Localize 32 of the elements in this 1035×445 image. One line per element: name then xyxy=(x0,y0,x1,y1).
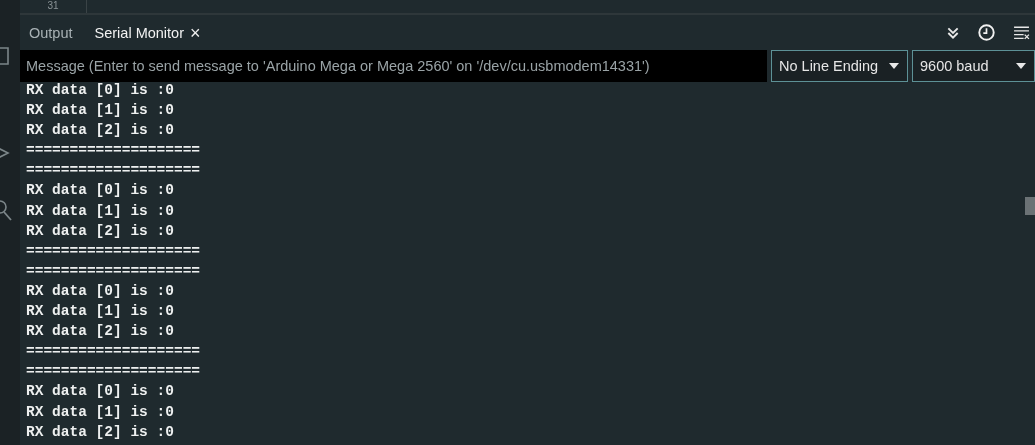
panel-tab[interactable]: Serial Monitor xyxy=(94,22,184,43)
panel-tab[interactable]: Output xyxy=(29,22,73,43)
output-line: RX data [0] is :0 xyxy=(26,382,174,402)
output-line: RX data [1] is :0 xyxy=(26,201,174,221)
caret-icon xyxy=(1016,63,1026,69)
output-line: RX data [0] is :0 xyxy=(26,82,174,100)
caret-icon xyxy=(889,63,899,69)
baud-rate-dropdown[interactable]: 9600 baud xyxy=(912,50,1035,82)
line-number: 31 xyxy=(47,0,59,12)
output-line: RX data [1] is :0 xyxy=(26,101,174,121)
output-line: RX data [1] is :0 xyxy=(26,302,174,322)
message-field[interactable]: Message (Enter to send message to 'Arduino Mega or Mega 2560' on '/dev/cu.usbmodem14331') xyxy=(20,50,767,82)
scrollbar-thumb[interactable] xyxy=(1025,197,1035,215)
play-icon[interactable] xyxy=(0,145,12,161)
output-line: ==================== xyxy=(26,261,201,281)
output-line: ==================== xyxy=(26,362,201,382)
output-line: RX data [2] is :0 xyxy=(26,322,174,342)
double-chevron-icon[interactable] xyxy=(946,25,960,40)
output-line: RX data [2] is :0 xyxy=(26,422,174,442)
output-line: ==================== xyxy=(26,241,201,261)
output-line: RX data [0] is :0 xyxy=(26,181,174,201)
output-line: RX data [1] is :0 xyxy=(26,402,174,422)
output-line: ==================== xyxy=(26,141,201,161)
clear-output-icon[interactable] xyxy=(1013,25,1030,40)
output-line: RX data [2] is :0 xyxy=(26,221,174,241)
output-line: RX data [2] is :0 xyxy=(26,121,174,141)
output-line: ==================== xyxy=(26,342,201,362)
output-line: RX data [0] is :0 xyxy=(26,281,174,301)
line-ending-dropdown[interactable]: No Line Ending xyxy=(771,50,908,82)
close-icon[interactable]: × xyxy=(190,22,201,43)
output-line: ==================== xyxy=(26,161,201,181)
clock-icon[interactable] xyxy=(978,24,995,41)
